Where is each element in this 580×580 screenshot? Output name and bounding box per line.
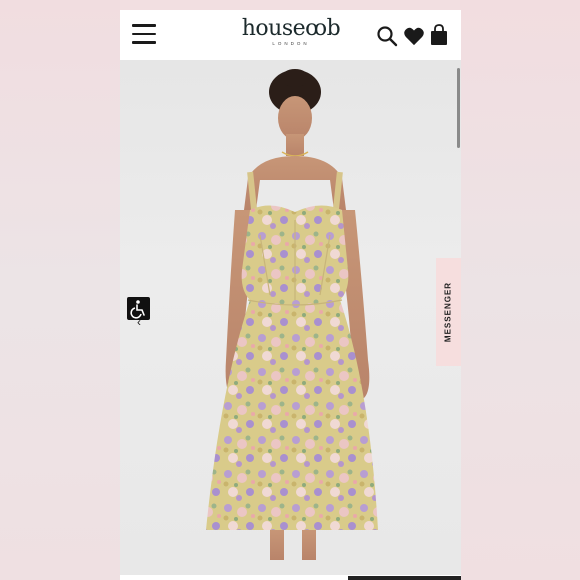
scrollbar[interactable]	[457, 68, 460, 148]
site-header: houseꝏb LONDON	[120, 10, 461, 60]
heart-icon[interactable]	[403, 26, 425, 46]
product-image[interactable]	[120, 60, 461, 575]
background-right	[460, 0, 580, 580]
bottom-action-bar[interactable]	[348, 576, 461, 580]
background-left	[0, 0, 120, 580]
hamburger-icon[interactable]	[132, 24, 156, 44]
messenger-label: MESSENGER	[443, 281, 453, 343]
search-icon[interactable]	[376, 25, 398, 47]
messenger-tab[interactable]: MESSENGER	[436, 258, 461, 366]
logo-wordmark: houseꝏb	[241, 16, 341, 41]
previous-arrow-icon[interactable]: ‹	[137, 315, 141, 329]
shopping-bag-icon[interactable]	[430, 24, 448, 46]
brand-logo[interactable]: houseꝏb LONDON	[236, 16, 346, 46]
model-illustration	[206, 69, 378, 560]
mobile-screen: houseꝏb LONDON ‹ MESSENGER	[120, 10, 461, 580]
